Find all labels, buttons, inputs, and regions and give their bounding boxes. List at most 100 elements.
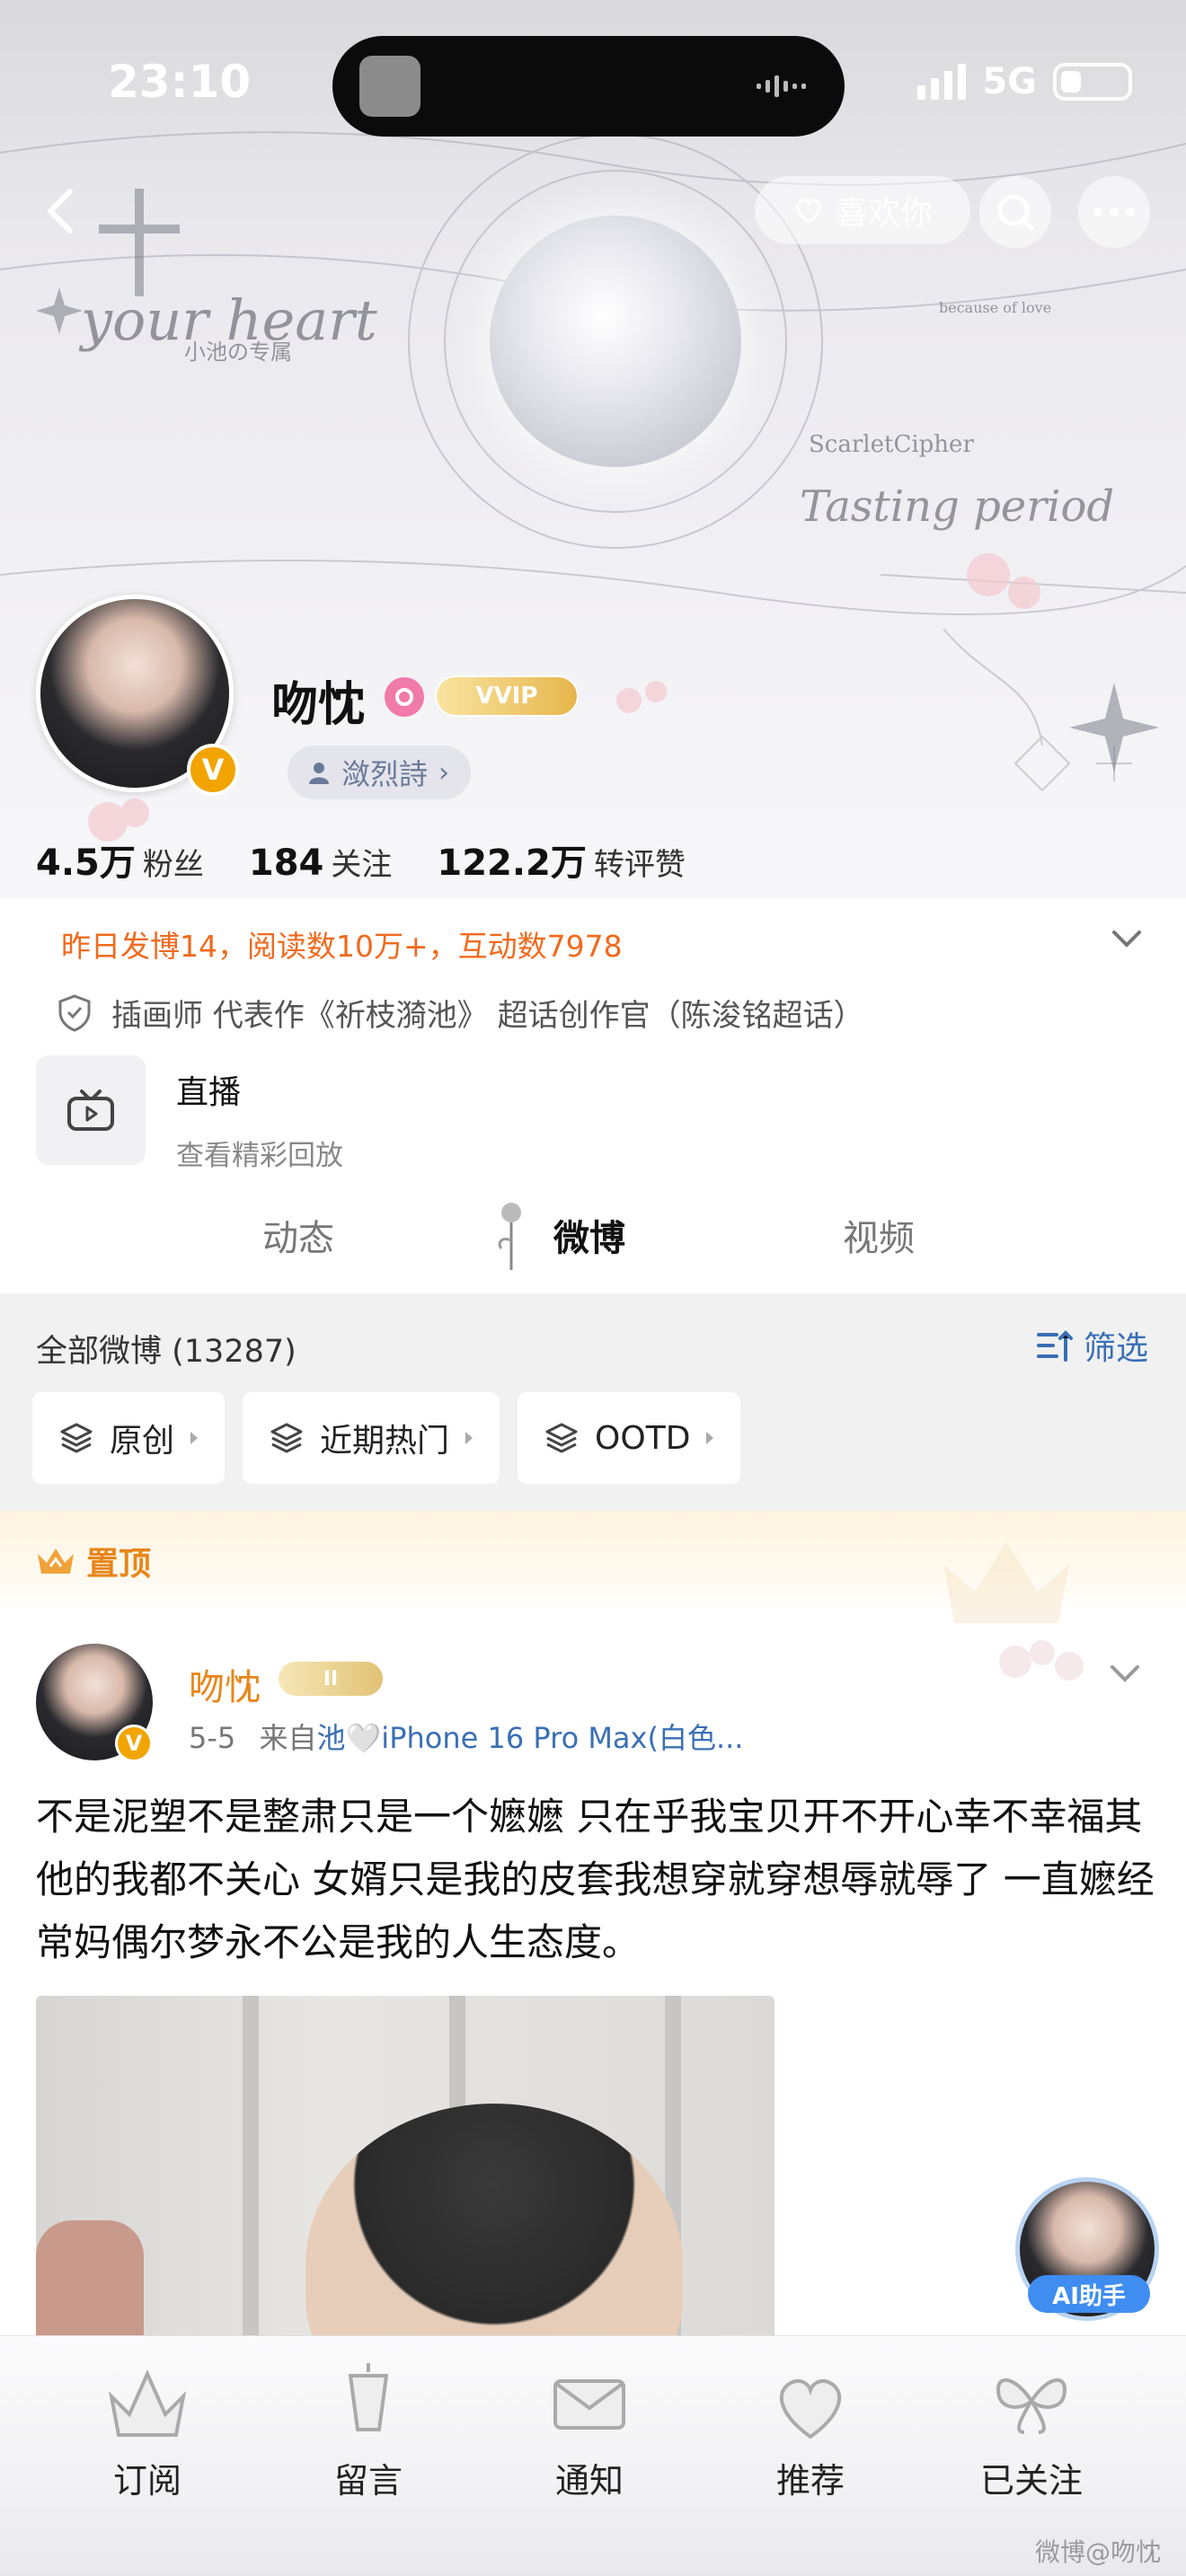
verified-badge: V — [187, 744, 239, 796]
daily-summary: 昨日发博14，阅读数10万+，互动数7978 — [61, 929, 623, 964]
pinned-header: 置顶 — [0, 1511, 1186, 1623]
post-source-prefix: 来自 — [259, 1721, 317, 1755]
shield-icon — [58, 993, 91, 1032]
banner-small-text: because of love — [939, 299, 1052, 316]
live-subtitle: 查看精彩回放 — [176, 1140, 343, 1172]
nav-subscribe[interactable]: 订阅 — [58, 2336, 237, 2576]
crown-decoration-icon — [943, 1542, 1069, 1623]
nav-notifications[interactable]: 通知 — [500, 2336, 679, 2576]
profile-name: 吻忱 — [271, 678, 366, 732]
status-time: 23:10 — [108, 56, 252, 108]
envelope-icon — [553, 2379, 625, 2430]
profile-stats: 4.5万 粉丝 184 关注 122.2万 转评赞 — [36, 834, 709, 886]
nav-message[interactable]: 留言 — [279, 2336, 458, 2576]
chevron-right-icon: › — [438, 756, 450, 789]
battery-icon — [1053, 63, 1132, 101]
crown-icon — [108, 2369, 187, 2437]
post-date: 5-5 — [189, 1721, 236, 1755]
nav-label: 订阅 — [112, 2461, 181, 2501]
status-indicators: 5G — [917, 61, 1132, 102]
stat-following[interactable]: 184 关注 — [249, 840, 393, 884]
back-icon[interactable] — [36, 184, 90, 238]
post-author-name[interactable]: 吻忱 — [189, 1658, 261, 1710]
search-icon — [997, 194, 1034, 231]
search-button[interactable] — [979, 176, 1051, 248]
like-label: 喜欢你 — [835, 195, 933, 232]
nav-label: 已关注 — [979, 2461, 1083, 2501]
member-level-badge: II — [279, 1662, 383, 1696]
stat-interactions[interactable]: 122.2万 转评赞 — [437, 834, 686, 886]
nav-label: 推荐 — [775, 2461, 845, 2501]
profile-tabs: 动态 微博 视频 — [0, 1195, 1186, 1293]
person-icon — [309, 763, 329, 784]
chip-label: 原创 — [110, 1423, 175, 1460]
member-ring-icon[interactable] — [385, 677, 424, 717]
layers-icon — [270, 1423, 303, 1453]
pinned-label: 置顶 — [36, 1538, 151, 1584]
banner-signature: ScarletCipher — [809, 431, 974, 458]
chip-original[interactable]: 原创 — [32, 1392, 226, 1484]
weibo-watermark: 微博@吻忱 — [1034, 2537, 1161, 2567]
tab-videos[interactable]: 视频 — [843, 1209, 915, 1261]
post-menu-chevron-icon[interactable] — [1107, 1662, 1143, 1687]
dynamic-island[interactable] — [332, 36, 845, 137]
filter-button[interactable]: 筛选 — [1036, 1322, 1148, 1369]
fan-group-name: 潋烈詩 — [341, 757, 429, 791]
all-weibo-count: 全部微博 (13287) — [36, 1334, 296, 1370]
chip-arrow-icon — [190, 1432, 199, 1444]
post-source[interactable]: 池🤍iPhone 16 Pro Max(白色... — [316, 1721, 743, 1755]
banner-script-text-2: Tasting period — [800, 481, 1115, 532]
nav-label: 留言 — [333, 2461, 403, 2501]
audio-wave-icon — [757, 75, 806, 97]
nav-label: 通知 — [554, 2461, 624, 2501]
post-verified-badge: V — [115, 1725, 153, 1762]
rose-icon — [498, 1203, 521, 1270]
moon-illustration — [490, 216, 741, 467]
lantern-icon — [348, 2363, 389, 2431]
pinned-text: 置顶 — [86, 1546, 152, 1583]
stat-value: 184 — [248, 842, 324, 884]
filter-label: 筛选 — [1083, 1330, 1148, 1367]
more-icon — [1093, 207, 1135, 216]
chip-ootd[interactable]: OOTD — [518, 1392, 741, 1484]
tab-weibo[interactable]: 微博 — [553, 1209, 625, 1261]
vip-badge[interactable]: VVIP — [435, 675, 579, 717]
ai-helper-label[interactable]: AI助手 — [1028, 2275, 1150, 2313]
tab-dynamics[interactable]: 动态 — [262, 1209, 334, 1261]
live-card[interactable]: 直播 查看精彩回放 — [36, 1055, 343, 1173]
stat-label: 转评赞 — [593, 847, 686, 883]
butterfly-icon — [996, 2378, 1067, 2434]
post-image[interactable] — [36, 1996, 774, 2364]
like-button[interactable]: 喜欢你 — [755, 176, 970, 244]
stat-label: 粉丝 — [142, 847, 204, 883]
layers-icon — [60, 1423, 93, 1453]
chip-arrow-icon — [465, 1432, 474, 1444]
chip-label: OOTD — [595, 1419, 691, 1457]
chip-hot[interactable]: 近期热门 — [243, 1392, 500, 1484]
stat-followers[interactable]: 4.5万 粉丝 — [36, 834, 204, 886]
more-button[interactable] — [1078, 176, 1150, 248]
filter-section: 全部微博 (13287) 筛选 原创 近期热门 OOTD — [0, 1293, 1186, 1511]
stat-value: 122.2万 — [437, 842, 587, 884]
filter-icon — [1036, 1330, 1073, 1362]
live-title: 直播 — [176, 1074, 242, 1111]
certification-text: 插画师 代表作《祈枝漪池》 超话创作官（陈浚铭超话） — [111, 998, 864, 1034]
heart-hand-icon — [796, 198, 821, 224]
banner-subtext: 小池の专属 — [184, 340, 292, 365]
signal-icon — [917, 64, 967, 100]
bottom-navigation: 订阅 留言 通知 推荐 已关注 — [0, 2335, 1186, 2576]
chip-arrow-icon — [706, 1432, 714, 1444]
heart-crown-icon — [779, 2378, 842, 2439]
network-type: 5G — [982, 61, 1037, 102]
layers-icon — [545, 1423, 578, 1453]
expand-chevron-icon[interactable] — [1109, 925, 1145, 952]
now-playing-thumbnail — [359, 56, 420, 117]
post-text: 不是泥塑不是整肃只是一个嬷嬷 只在乎我宝贝开不开心幸不幸福其他的我都不关心 女婿… — [36, 1795, 1155, 1964]
chip-label: 近期热门 — [320, 1423, 450, 1460]
nav-recommend[interactable]: 推荐 — [721, 2336, 900, 2576]
tv-icon — [36, 1055, 146, 1165]
fan-group-pill[interactable]: 潋烈詩 › — [288, 745, 472, 799]
jewel-decoration-icon — [999, 1640, 1084, 1681]
certification-row: 插画师 代表作《祈枝漪池》 超话创作官（陈浚铭超话） — [58, 991, 864, 1035]
stat-label: 关注 — [331, 847, 393, 883]
